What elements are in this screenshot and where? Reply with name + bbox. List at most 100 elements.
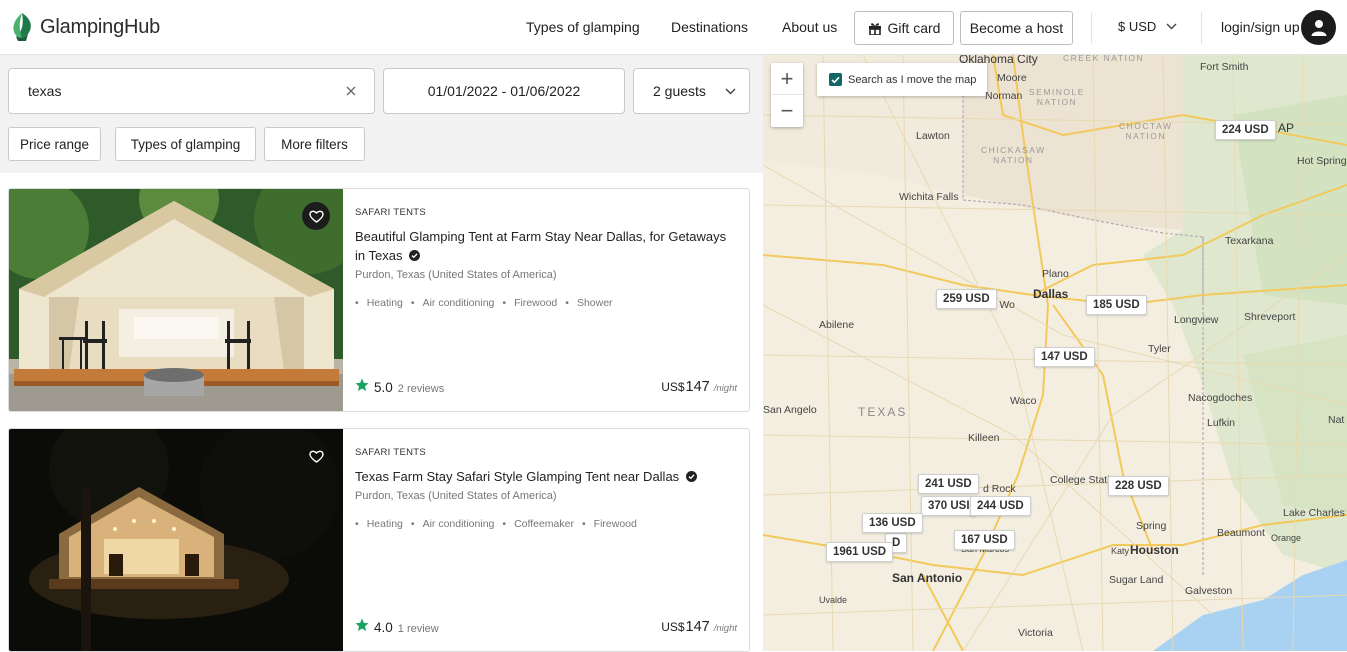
map-label: Beaumont (1217, 527, 1265, 539)
star-icon (355, 378, 369, 391)
map-label: Katy (1111, 546, 1130, 556)
listing-photo[interactable] (9, 429, 343, 651)
map-label: Lufkin (1207, 417, 1236, 429)
results-map[interactable]: + − Search as I move the map Oklahoma Ci… (763, 55, 1347, 651)
heart-icon (308, 210, 324, 223)
header-divider (1201, 12, 1202, 44)
search-bar-area: texas 01/01/2022 - 01/06/2022 2 guests P… (0, 55, 763, 173)
map-label: Moore (997, 72, 1027, 84)
currency-label: $ USD (1118, 19, 1157, 34)
logo[interactable]: GlampingHub (8, 12, 160, 42)
star-icon (355, 618, 369, 631)
listing-price: US$ 147 /night (661, 379, 737, 395)
map-price-pin[interactable]: 241 USD (918, 474, 979, 494)
amenity: Heating (366, 297, 403, 309)
listing-title[interactable]: Beautiful Glamping Tent at Farm Stay Nea… (355, 227, 735, 265)
gift-icon (868, 22, 881, 35)
checkbox-checked-icon[interactable] (829, 73, 842, 86)
map-label: d Rock (983, 483, 1016, 495)
map-label: Longview (1174, 314, 1219, 326)
map-label: Lawton (916, 130, 950, 142)
results-panel: texas 01/01/2022 - 01/06/2022 2 guests P… (0, 55, 763, 652)
price-period: /night (713, 383, 737, 394)
map-label: Nacogdoches (1188, 392, 1253, 404)
map-label: Tyler (1148, 343, 1171, 355)
map-label: Abilene (819, 319, 855, 331)
map-price-pin[interactable]: 244 USD (970, 496, 1031, 516)
map-label: Oklahoma City (959, 55, 1038, 66)
clear-icon[interactable] (346, 86, 356, 96)
verified-icon (685, 471, 697, 482)
filter-types-button[interactable]: Types of glamping (115, 127, 256, 161)
map-label: CHICKASAW NATION (981, 145, 1046, 165)
zoom-out-button[interactable]: − (771, 95, 803, 127)
login-signup-link[interactable]: login/sign up (1221, 19, 1300, 35)
header-divider (1091, 12, 1092, 44)
map-label: AP (1278, 121, 1295, 135)
map-label: San Angelo (763, 404, 817, 416)
listing-details: SAFARI TENTS Beautiful Glamping Tent at … (355, 189, 737, 411)
become-host-button[interactable]: Become a host (960, 11, 1073, 45)
favorite-button[interactable] (302, 442, 330, 470)
listing-category: SAFARI TENTS (355, 447, 426, 458)
listing-title-text: Texas Farm Stay Safari Style Glamping Te… (355, 469, 680, 484)
map-price-pin[interactable]: 224 USD (1215, 120, 1276, 140)
map-label: Victoria (1018, 627, 1053, 639)
nav-destinations[interactable]: Destinations (671, 19, 748, 35)
listing-card[interactable]: SAFARI TENTS Beautiful Glamping Tent at … (8, 188, 750, 412)
price-period: /night (713, 623, 737, 634)
amenity: Heating (366, 518, 403, 530)
listing-price: US$ 147 /night (661, 619, 737, 635)
map-label: Houston (1130, 543, 1179, 557)
map-label: CHOCTAW NATION (1119, 121, 1173, 141)
map-price-pin[interactable]: 1961 USD (826, 542, 894, 562)
map-price-pin[interactable]: 259 USD (936, 289, 997, 309)
heart-icon (308, 450, 324, 463)
map-label: SEMINOLE NATION (1029, 87, 1085, 107)
favorite-button[interactable] (302, 202, 330, 230)
price-amount: 147 (685, 619, 710, 635)
map-label: San Antonio (892, 571, 963, 585)
map-label: Fort Smith (1200, 61, 1249, 73)
map-price-pin[interactable]: 147 USD (1034, 347, 1095, 367)
listing-details: SAFARI TENTS Texas Farm Stay Safari Styl… (355, 429, 737, 651)
listing-card[interactable]: SAFARI TENTS Texas Farm Stay Safari Styl… (8, 428, 750, 652)
filter-more-button[interactable]: More filters (264, 127, 365, 161)
listing-title[interactable]: Texas Farm Stay Safari Style Glamping Te… (355, 467, 735, 486)
date-range-input[interactable]: 01/01/2022 - 01/06/2022 (383, 68, 625, 114)
filter-price-range-button[interactable]: Price range (8, 127, 101, 161)
rating-value: 5.0 (374, 380, 393, 395)
listing-rating: 5.0 2 reviews (355, 378, 444, 395)
price-currency: US$ (661, 380, 685, 394)
chevron-down-icon (725, 88, 736, 95)
chevron-down-icon (1166, 23, 1177, 30)
map-label: Uvalde (819, 595, 848, 605)
map-price-pin[interactable]: 167 USD (954, 530, 1015, 550)
map-label: Sugar Land (1109, 574, 1164, 586)
nav-about-us[interactable]: About us (782, 19, 837, 35)
listing-amenities: • Heating • Air conditioning • Firewood • Sh… (355, 297, 613, 309)
listing-photo[interactable] (9, 189, 343, 411)
zoom-in-button[interactable]: + (771, 63, 803, 95)
amenity: Air conditioning (422, 518, 495, 530)
logo-text: GlampingHub (40, 15, 161, 38)
map-label: Plano (1042, 268, 1069, 280)
amenity: Firewood (514, 297, 558, 309)
map-price-pin[interactable]: 370 USI (921, 496, 977, 516)
nav-types-of-glamping[interactable]: Types of glamping (526, 19, 640, 35)
currency-selector[interactable]: $ USD (1118, 19, 1177, 34)
map-label: College Statio (1050, 474, 1116, 486)
map-label: Killeen (968, 432, 1000, 444)
listing-location: Purdon, Texas (United States of America) (355, 490, 557, 502)
map-price-pin[interactable]: 185 USD (1086, 295, 1147, 315)
map-price-pin[interactable]: 136 USD (862, 513, 923, 533)
user-avatar[interactable] (1301, 10, 1336, 45)
guests-selector[interactable]: 2 guests (633, 68, 750, 114)
location-search-input[interactable]: texas (8, 68, 375, 114)
search-as-move-toggle[interactable]: Search as I move the map (817, 63, 987, 96)
location-search-value: texas (28, 83, 62, 99)
become-host-label: Become a host (969, 20, 1064, 36)
map-price-pin[interactable]: 228 USD (1108, 476, 1169, 496)
gift-card-button[interactable]: Gift card (854, 11, 954, 45)
search-as-move-label: Search as I move the map (848, 73, 977, 86)
